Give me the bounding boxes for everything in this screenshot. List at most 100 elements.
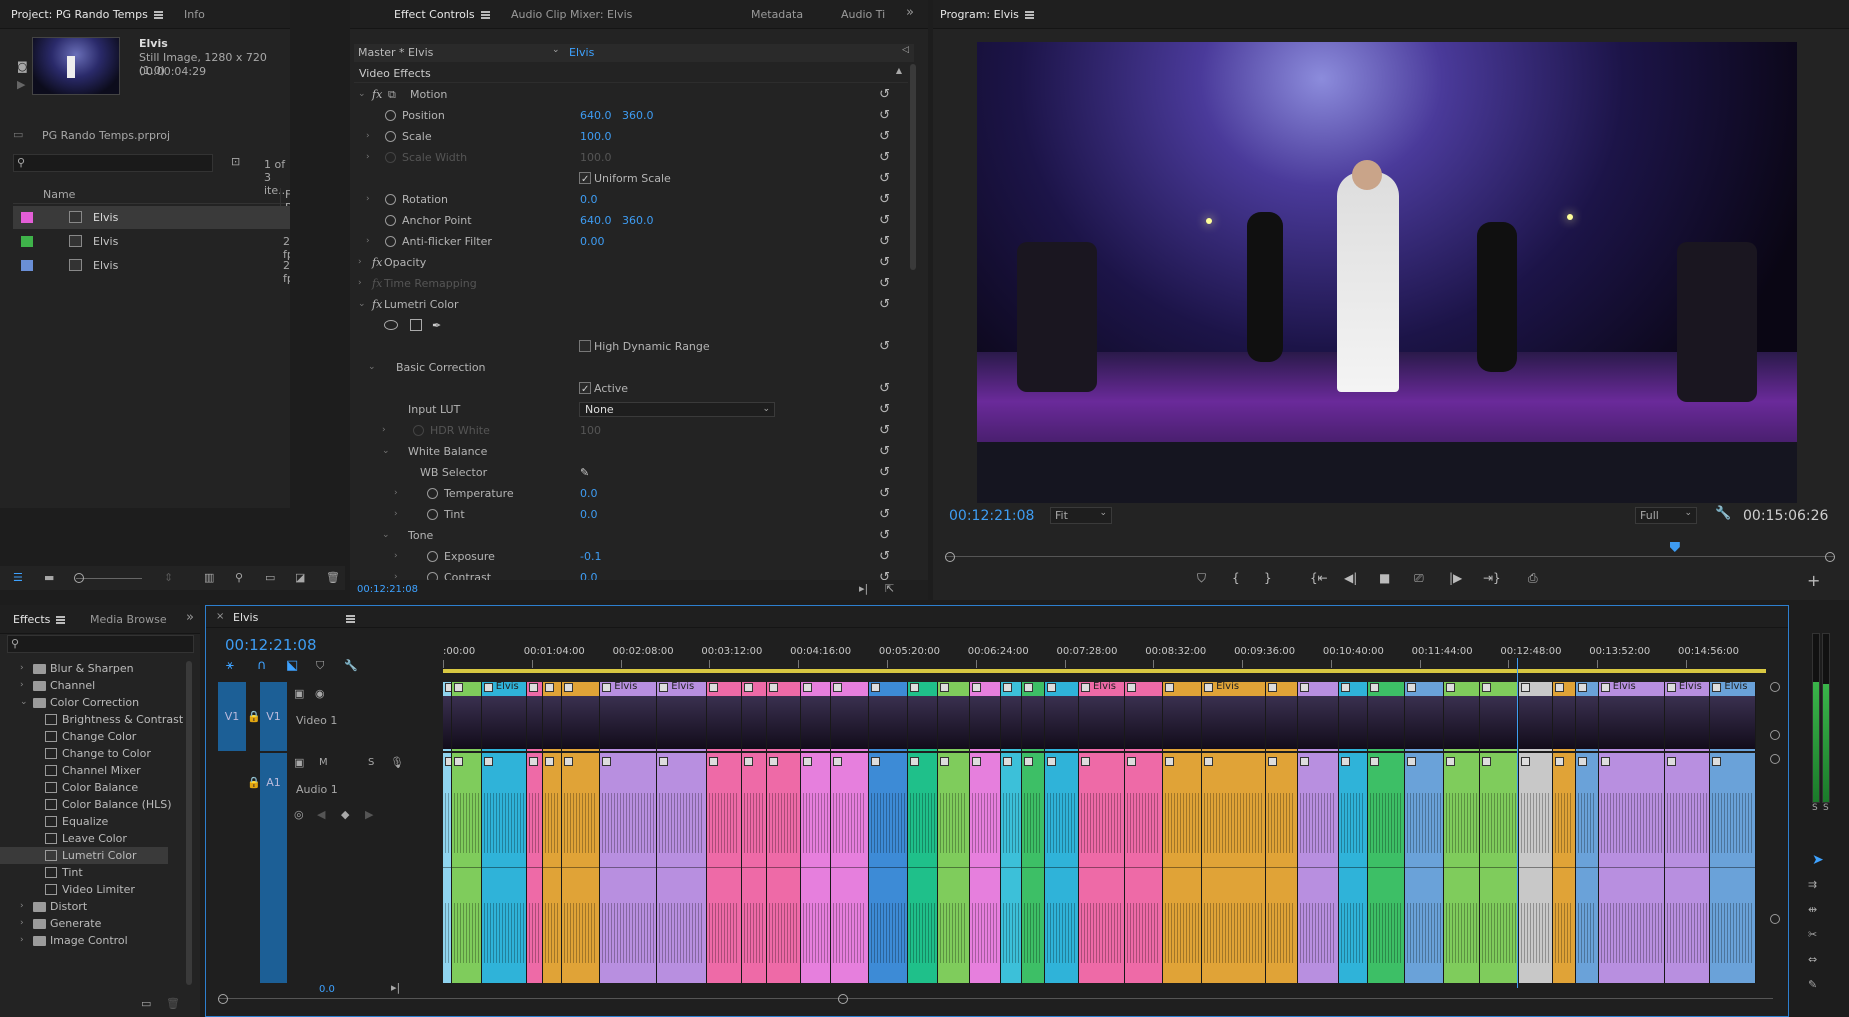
- effect-folder[interactable]: › Blur & Sharpen: [0, 660, 168, 677]
- timeline-zoom-scroll[interactable]: [218, 992, 1773, 1006]
- rectangle-mask-icon[interactable]: [410, 319, 422, 331]
- ec-row[interactable]: ✒: [354, 315, 894, 336]
- audio-clip[interactable]: [1480, 753, 1518, 983]
- panel-menu-icon[interactable]: [1024, 11, 1034, 19]
- reset-icon[interactable]: ↺: [879, 168, 890, 189]
- stopwatch-icon[interactable]: [427, 488, 438, 499]
- sync-lock-icon[interactable]: ▣: [294, 687, 304, 701]
- ec-row[interactable]: ⌄ Tone ↺: [354, 525, 894, 546]
- stopwatch-icon[interactable]: [385, 110, 396, 121]
- video-clip[interactable]: [800, 682, 830, 751]
- chevron-right-icon[interactable]: ›: [358, 273, 362, 294]
- audio-clip[interactable]: [969, 753, 1001, 983]
- audio-clip[interactable]: [527, 753, 543, 983]
- color-label[interactable]: [21, 212, 33, 223]
- chevron-right-icon[interactable]: ›: [366, 189, 370, 210]
- program-scrubber[interactable]: [945, 542, 1835, 564]
- effect-folder[interactable]: › Generate: [0, 915, 168, 932]
- tab-audio-track[interactable]: Audio Ti: [841, 8, 885, 21]
- audio-clip[interactable]: [1518, 753, 1553, 983]
- chevron-right-icon[interactable]: ›: [394, 504, 398, 525]
- project-item[interactable]: Elvis29.97 fps: [13, 230, 290, 261]
- audio-clip[interactable]: [1575, 753, 1598, 983]
- chevron-right-icon[interactable]: ›: [20, 898, 24, 915]
- keyframe-toggle-icon[interactable]: ◎: [294, 808, 304, 822]
- stopwatch-icon[interactable]: [427, 509, 438, 520]
- more-tabs-icon[interactable]: »: [906, 5, 914, 20]
- video-clip[interactable]: [1021, 682, 1044, 751]
- audio-clip[interactable]: [452, 753, 481, 983]
- chevron-right-icon[interactable]: ›: [382, 420, 386, 441]
- effect-item[interactable]: Brightness & Contrast: [0, 711, 183, 728]
- ec-timecode[interactable]: 00:12:21:08: [357, 584, 418, 595]
- color-label[interactable]: [21, 260, 33, 271]
- ec-row[interactable]: ⌄ Basic Correction: [354, 357, 894, 378]
- video-clip[interactable]: Elvis: [1598, 682, 1664, 751]
- tab-program[interactable]: Program: Elvis: [940, 8, 1034, 21]
- stopwatch-icon[interactable]: [385, 236, 396, 247]
- ec-row[interactable]: Anchor Point 640.0 360.0 ↺: [354, 210, 894, 231]
- video-clip[interactable]: Elvis: [1710, 682, 1755, 751]
- fx-badge-icon[interactable]: fx: [372, 84, 382, 105]
- fx-badge-icon[interactable]: fx: [372, 252, 382, 273]
- audio-clip[interactable]: [1710, 753, 1755, 983]
- reset-icon[interactable]: ↺: [879, 105, 890, 126]
- effect-item[interactable]: Tint: [0, 864, 168, 881]
- video-clip[interactable]: [561, 682, 600, 751]
- ec-row[interactable]: › Scale 100.0 ↺: [354, 126, 894, 147]
- stopwatch-icon[interactable]: [427, 551, 438, 562]
- effects-scrollbar[interactable]: [186, 661, 192, 985]
- audio-clip[interactable]: [1404, 753, 1443, 983]
- ec-row[interactable]: › Scale Width 100.0 ↺: [354, 147, 894, 168]
- video-clip[interactable]: [1480, 682, 1518, 751]
- v1-target[interactable]: V1: [260, 682, 287, 751]
- effect-folder[interactable]: › Channel: [0, 677, 168, 694]
- icon-view-icon[interactable]: ▬: [44, 571, 54, 585]
- timeline-settings-icon[interactable]: 🔧: [344, 659, 358, 673]
- effect-item[interactable]: Color Balance: [0, 779, 168, 796]
- audio-clip[interactable]: [1297, 753, 1338, 983]
- collapse-up-icon[interactable]: ▲: [896, 66, 902, 75]
- ec-value[interactable]: 100: [580, 420, 601, 441]
- ec-row[interactable]: › fx Time Remapping ↺: [354, 273, 894, 294]
- step-forward-button[interactable]: |▶: [1449, 571, 1462, 585]
- track-select-tool-icon[interactable]: ⇉: [1808, 878, 1817, 892]
- button-editor-icon[interactable]: +: [1807, 571, 1820, 590]
- ec-row[interactable]: WB Selector ✎ ↺: [354, 462, 894, 483]
- wrench-icon[interactable]: 🔧: [1715, 506, 1731, 521]
- video-clip[interactable]: Elvis: [1078, 682, 1124, 751]
- stopwatch-icon[interactable]: [385, 215, 396, 226]
- chevron-right-icon[interactable]: ›: [394, 567, 398, 580]
- audio-clip[interactable]: [1443, 753, 1480, 983]
- video-track-v1[interactable]: Elvis Elvis Elvis Elvis Elvis Elvis Elvis Elvis: [443, 682, 1756, 751]
- video-clip[interactable]: [1575, 682, 1598, 751]
- effect-item[interactable]: Leave Color: [0, 830, 168, 847]
- selection-tool-icon[interactable]: ➤: [1812, 853, 1824, 867]
- ec-value[interactable]: 360.0: [622, 105, 654, 126]
- fx-badge-icon[interactable]: fx: [372, 294, 382, 315]
- ec-scrollbar[interactable]: [910, 64, 916, 270]
- sort-icon[interactable]: ⇕: [164, 571, 173, 585]
- step-back-button[interactable]: ◀|: [1344, 571, 1357, 585]
- list-view-icon[interactable]: ☰: [13, 571, 23, 585]
- video-clip[interactable]: [830, 682, 869, 751]
- chevron-down-icon[interactable]: ⌄: [382, 525, 390, 546]
- effect-item[interactable]: Video Limiter: [0, 881, 168, 898]
- audio-clip[interactable]: [908, 753, 937, 983]
- filter-selected-icon[interactable]: ▸|: [859, 582, 868, 595]
- sync-lock-icon[interactable]: ▣: [294, 756, 304, 770]
- ec-row[interactable]: › Rotation 0.0 ↺: [354, 189, 894, 210]
- reset-icon[interactable]: ↺: [879, 399, 890, 420]
- chevron-right-icon[interactable]: ›: [20, 660, 24, 677]
- fit-select[interactable]: Fit ⌄: [1050, 507, 1112, 524]
- reset-icon[interactable]: ↺: [879, 189, 890, 210]
- pen-tool-icon[interactable]: ✎: [1808, 978, 1817, 992]
- video-clip[interactable]: [1163, 682, 1202, 751]
- video-clip[interactable]: [543, 682, 561, 751]
- reset-icon[interactable]: ↺: [879, 84, 890, 105]
- ec-row[interactable]: ⌄ White Balance ↺: [354, 441, 894, 462]
- stopwatch-icon[interactable]: [385, 194, 396, 205]
- new-bin-filter-icon[interactable]: ⊡: [231, 155, 240, 169]
- ec-row[interactable]: ⌄ fx ⧉ Motion ↺: [354, 84, 894, 105]
- video-clip[interactable]: [937, 682, 969, 751]
